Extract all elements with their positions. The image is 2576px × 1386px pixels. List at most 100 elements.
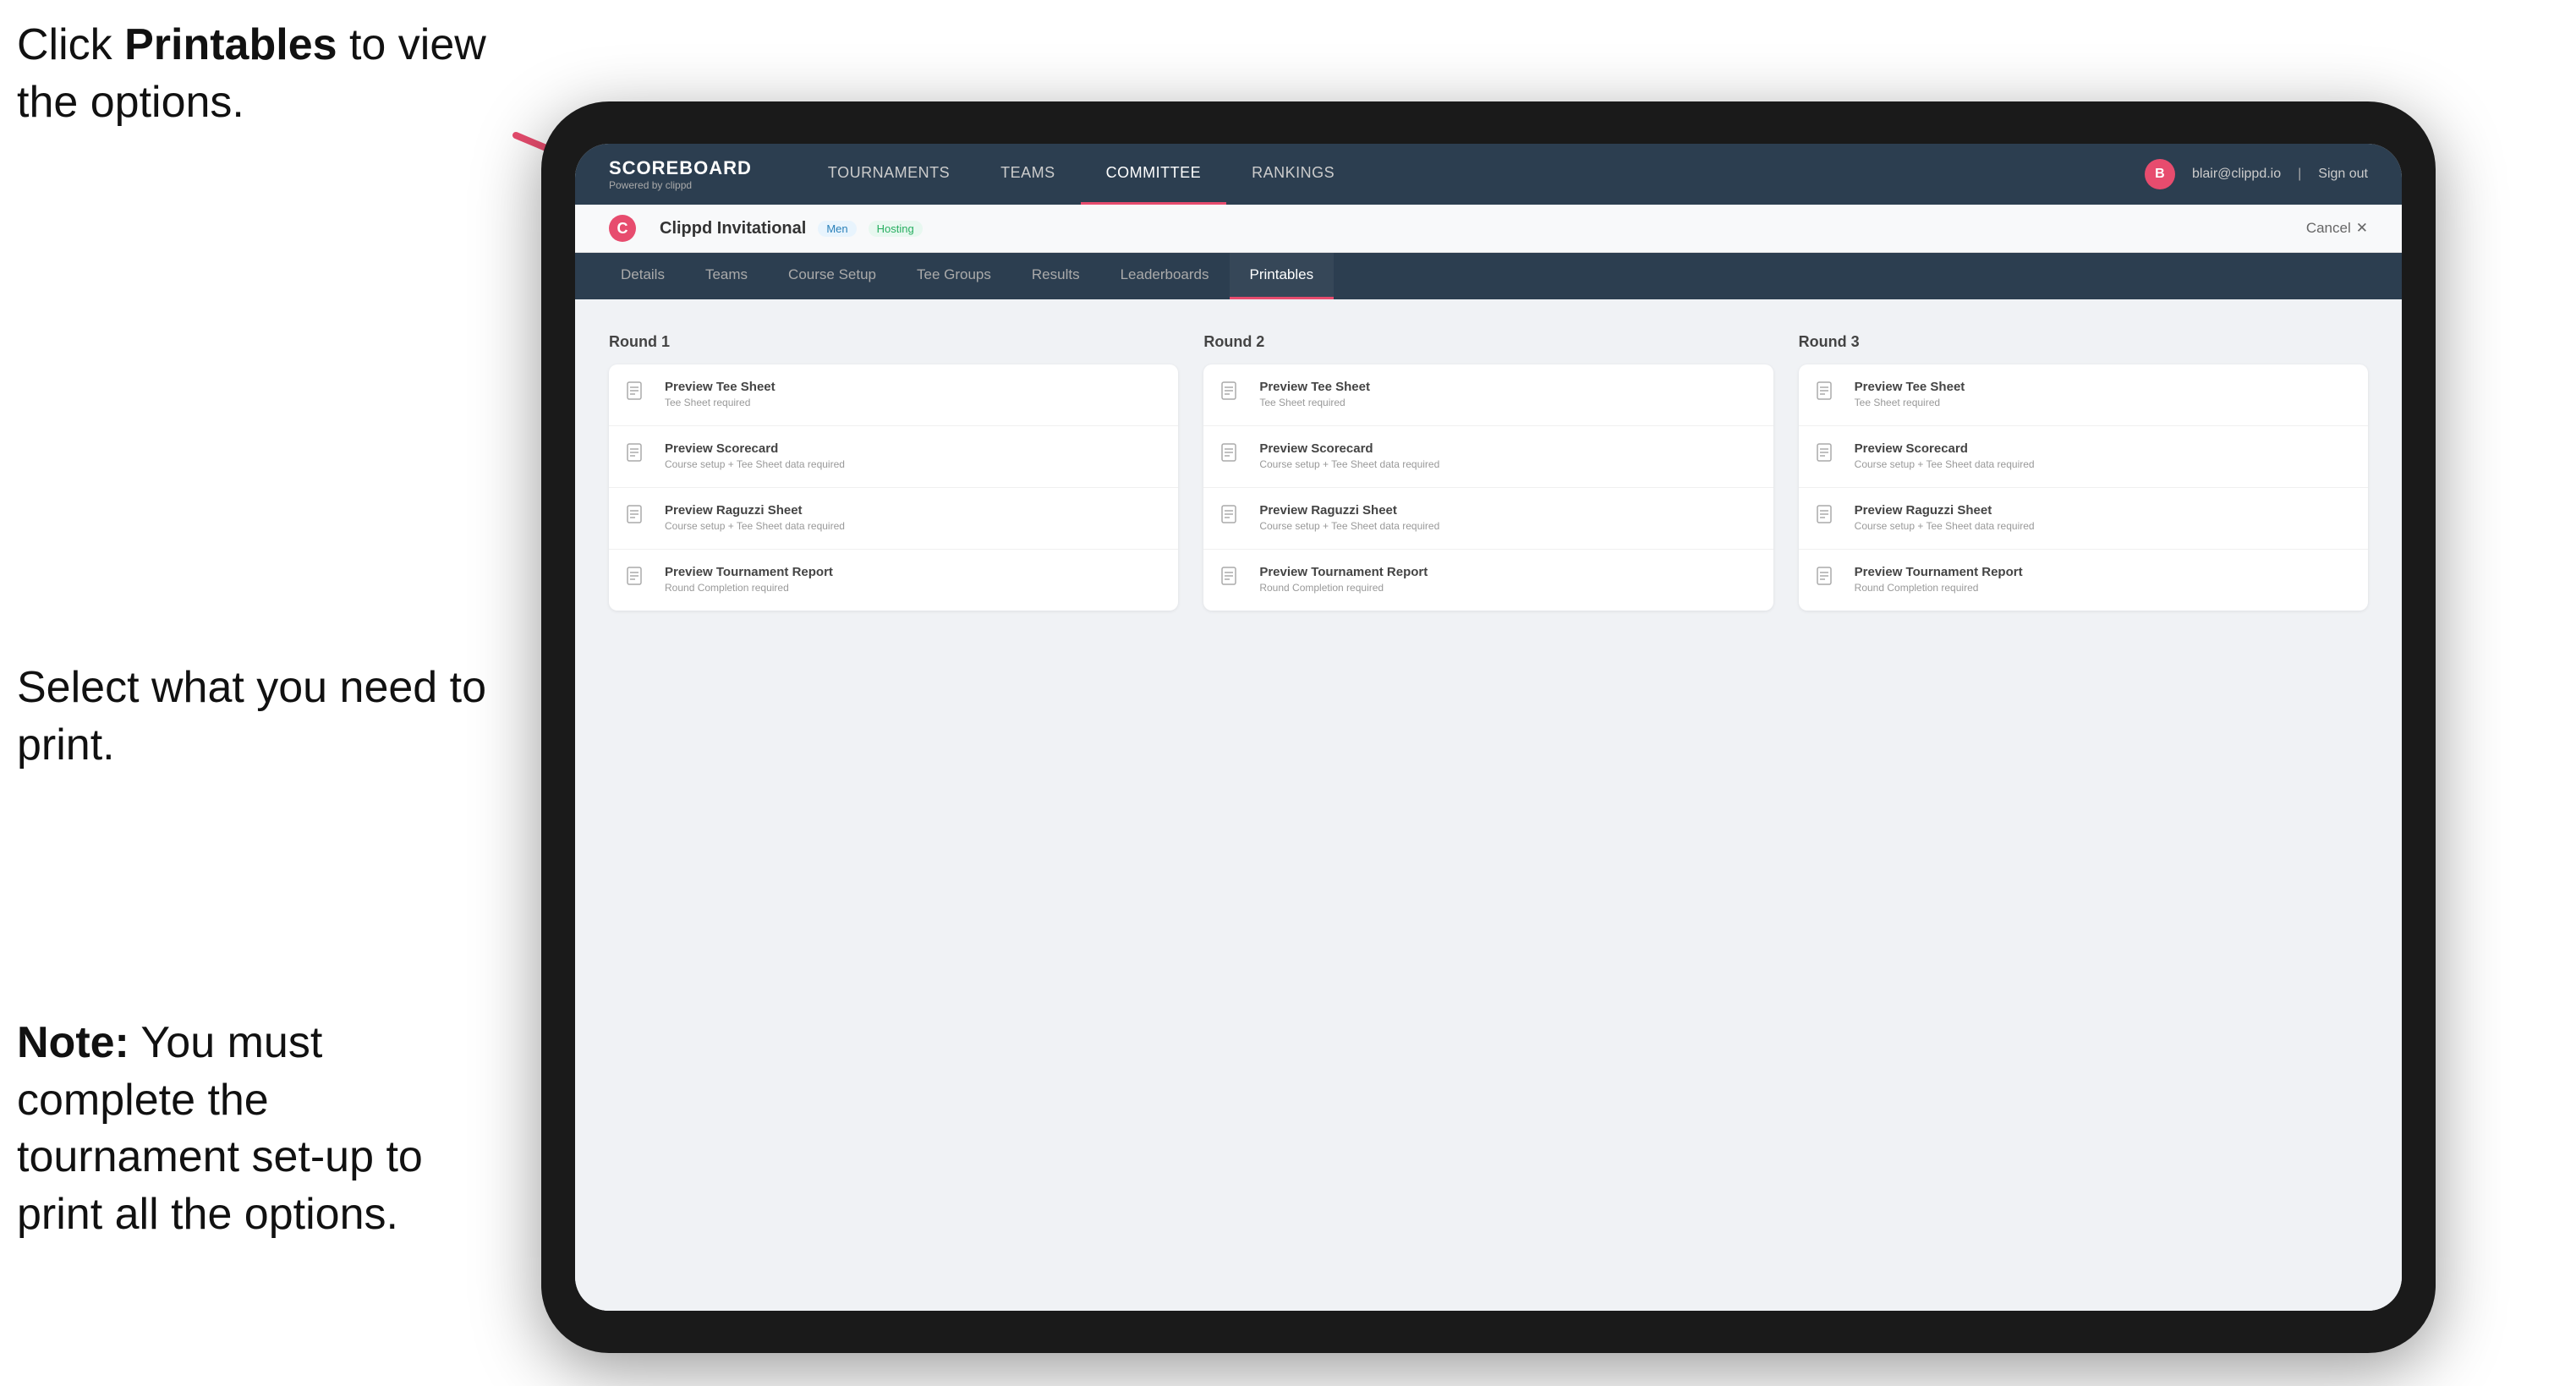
tab-tee-groups[interactable]: Tee Groups [896,253,1011,299]
round-1-tee-sheet-subtitle: Tee Sheet required [665,397,1161,408]
round-3-tee-sheet-text: Preview Tee Sheet Tee Sheet required [1855,380,2351,408]
round-2-tee-sheet-subtitle: Tee Sheet required [1259,397,1756,408]
round-1-tournament-report[interactable]: Preview Tournament Report Round Completi… [609,550,1178,611]
round-1-scorecard-subtitle: Course setup + Tee Sheet data required [665,458,1161,470]
r3-tee-sheet-icon [1816,381,1841,410]
round-2-column: Round 2 Preview Tee Sheet Tee Sheet requ… [1203,333,1773,611]
tournament-name: Clippd Invitational [660,219,806,238]
instruction-top-text: Click Printables to view the options. [17,20,486,127]
raguzzi-icon [626,505,651,534]
r2-scorecard-icon [1220,443,1246,472]
nav-right: B blair@clippd.io | Sign out [2145,159,2368,189]
round-1-tee-sheet-title: Preview Tee Sheet [665,380,1161,394]
round-2-cards: Preview Tee Sheet Tee Sheet required Pre… [1203,364,1773,611]
round-1-raguzzi-text: Preview Raguzzi Sheet Course setup + Tee… [665,503,1161,532]
r3-report-icon [1816,567,1841,595]
tournament-header: C Clippd Invitational Men Hosting Cancel… [575,205,2402,253]
round-1-report-subtitle: Round Completion required [665,582,1161,594]
round-1-title: Round 1 [609,333,1178,351]
tee-sheet-icon [626,381,651,410]
round-1-tee-sheet[interactable]: Preview Tee Sheet Tee Sheet required [609,364,1178,426]
cancel-button[interactable]: Cancel ✕ [2306,220,2368,237]
r3-raguzzi-icon [1816,505,1841,534]
tab-leaderboards[interactable]: Leaderboards [1100,253,1230,299]
nav-link-tournaments[interactable]: TOURNAMENTS [803,144,975,205]
round-1-raguzzi-subtitle: Course setup + Tee Sheet data required [665,520,1161,532]
round-2-raguzzi-subtitle: Course setup + Tee Sheet data required [1259,520,1756,532]
round-1-column: Round 1 Preview Tee Sheet Tee Sheet requ… [609,333,1178,611]
round-2-report-subtitle: Round Completion required [1259,582,1756,594]
scoreboard-sub: Powered by clippd [609,179,752,191]
round-2-scorecard-subtitle: Course setup + Tee Sheet data required [1259,458,1756,470]
tablet-device: SCOREBOARD Powered by clippd TOURNAMENTS… [541,101,2436,1353]
scorecard-icon [626,443,651,472]
nav-link-committee[interactable]: COMMITTEE [1081,144,1227,205]
round-1-scorecard-text: Preview Scorecard Course setup + Tee She… [665,441,1161,470]
instruction-middle-text: Select what you need to print. [17,663,486,770]
round-1-scorecard[interactable]: Preview Scorecard Course setup + Tee She… [609,426,1178,488]
round-2-raguzzi-text: Preview Raguzzi Sheet Course setup + Tee… [1259,503,1756,532]
round-1-raguzzi-title: Preview Raguzzi Sheet [665,503,1161,518]
round-1-scorecard-title: Preview Scorecard [665,441,1161,456]
tab-results[interactable]: Results [1011,253,1100,299]
nav-link-rankings[interactable]: RANKINGS [1226,144,1360,205]
round-2-tee-sheet[interactable]: Preview Tee Sheet Tee Sheet required [1203,364,1773,426]
round-3-report-title: Preview Tournament Report [1855,565,2351,579]
round-2-scorecard-title: Preview Scorecard [1259,441,1756,456]
r2-tee-sheet-icon [1220,381,1246,410]
round-3-scorecard[interactable]: Preview Scorecard Course setup + Tee She… [1799,426,2368,488]
round-3-report-text: Preview Tournament Report Round Completi… [1855,565,2351,594]
round-3-tournament-report[interactable]: Preview Tournament Report Round Completi… [1799,550,2368,611]
round-3-tee-sheet[interactable]: Preview Tee Sheet Tee Sheet required [1799,364,2368,426]
round-1-report-text: Preview Tournament Report Round Completi… [665,565,1161,594]
instruction-bottom: Note: You must complete the tournament s… [17,1015,491,1243]
round-3-cards: Preview Tee Sheet Tee Sheet required Pre… [1799,364,2368,611]
round-2-report-text: Preview Tournament Report Round Completi… [1259,565,1756,594]
tab-printables[interactable]: Printables [1230,253,1335,299]
top-nav: SCOREBOARD Powered by clippd TOURNAMENTS… [575,144,2402,205]
round-2-raguzzi[interactable]: Preview Raguzzi Sheet Course setup + Tee… [1203,488,1773,550]
round-3-tee-sheet-subtitle: Tee Sheet required [1855,397,2351,408]
round-3-scorecard-text: Preview Scorecard Course setup + Tee She… [1855,441,2351,470]
tournament-report-icon [626,567,651,595]
round-2-report-title: Preview Tournament Report [1259,565,1756,579]
instruction-top: Click Printables to view the options. [17,17,491,131]
round-1-raguzzi[interactable]: Preview Raguzzi Sheet Course setup + Tee… [609,488,1178,550]
round-3-raguzzi[interactable]: Preview Raguzzi Sheet Course setup + Tee… [1799,488,2368,550]
printables-bold: Printables [124,20,337,69]
round-1-tee-sheet-text: Preview Tee Sheet Tee Sheet required [665,380,1161,408]
round-3-report-subtitle: Round Completion required [1855,582,2351,594]
round-3-scorecard-subtitle: Course setup + Tee Sheet data required [1855,458,2351,470]
tablet-screen: SCOREBOARD Powered by clippd TOURNAMENTS… [575,144,2402,1311]
round-2-tee-sheet-text: Preview Tee Sheet Tee Sheet required [1259,380,1756,408]
round-2-raguzzi-title: Preview Raguzzi Sheet [1259,503,1756,518]
hosting-badge: Hosting [869,221,923,237]
round-2-title: Round 2 [1203,333,1773,351]
round-1-report-title: Preview Tournament Report [665,565,1161,579]
scoreboard-logo: SCOREBOARD Powered by clippd [609,157,752,191]
sign-out-link[interactable]: Sign out [2318,167,2368,182]
nav-user-email: blair@clippd.io [2192,167,2281,182]
round-3-raguzzi-title: Preview Raguzzi Sheet [1855,503,2351,518]
tab-details[interactable]: Details [600,253,685,299]
nav-avatar: B [2145,159,2175,189]
tab-bar: Details Teams Course Setup Tee Groups Re… [575,253,2402,299]
r2-report-icon [1220,567,1246,595]
round-3-scorecard-title: Preview Scorecard [1855,441,2351,456]
round-1-cards: Preview Tee Sheet Tee Sheet required Pre… [609,364,1178,611]
nav-links: TOURNAMENTS TEAMS COMMITTEE RANKINGS [803,144,2145,205]
tab-course-setup[interactable]: Course Setup [768,253,896,299]
rounds-grid: Round 1 Preview Tee Sheet Tee Sheet requ… [609,333,2368,611]
cancel-x-icon: ✕ [2356,220,2368,237]
round-3-raguzzi-subtitle: Course setup + Tee Sheet data required [1855,520,2351,532]
main-content: Round 1 Preview Tee Sheet Tee Sheet requ… [575,299,2402,1311]
round-2-scorecard[interactable]: Preview Scorecard Course setup + Tee She… [1203,426,1773,488]
round-2-tournament-report[interactable]: Preview Tournament Report Round Completi… [1203,550,1773,611]
round-3-column: Round 3 Preview Tee Sheet Tee Sheet requ… [1799,333,2368,611]
r2-raguzzi-icon [1220,505,1246,534]
nav-link-teams[interactable]: TEAMS [975,144,1081,205]
scoreboard-title: SCOREBOARD [609,157,752,179]
tab-teams[interactable]: Teams [685,253,768,299]
tournament-badge: Men [818,221,856,237]
round-3-title: Round 3 [1799,333,2368,351]
